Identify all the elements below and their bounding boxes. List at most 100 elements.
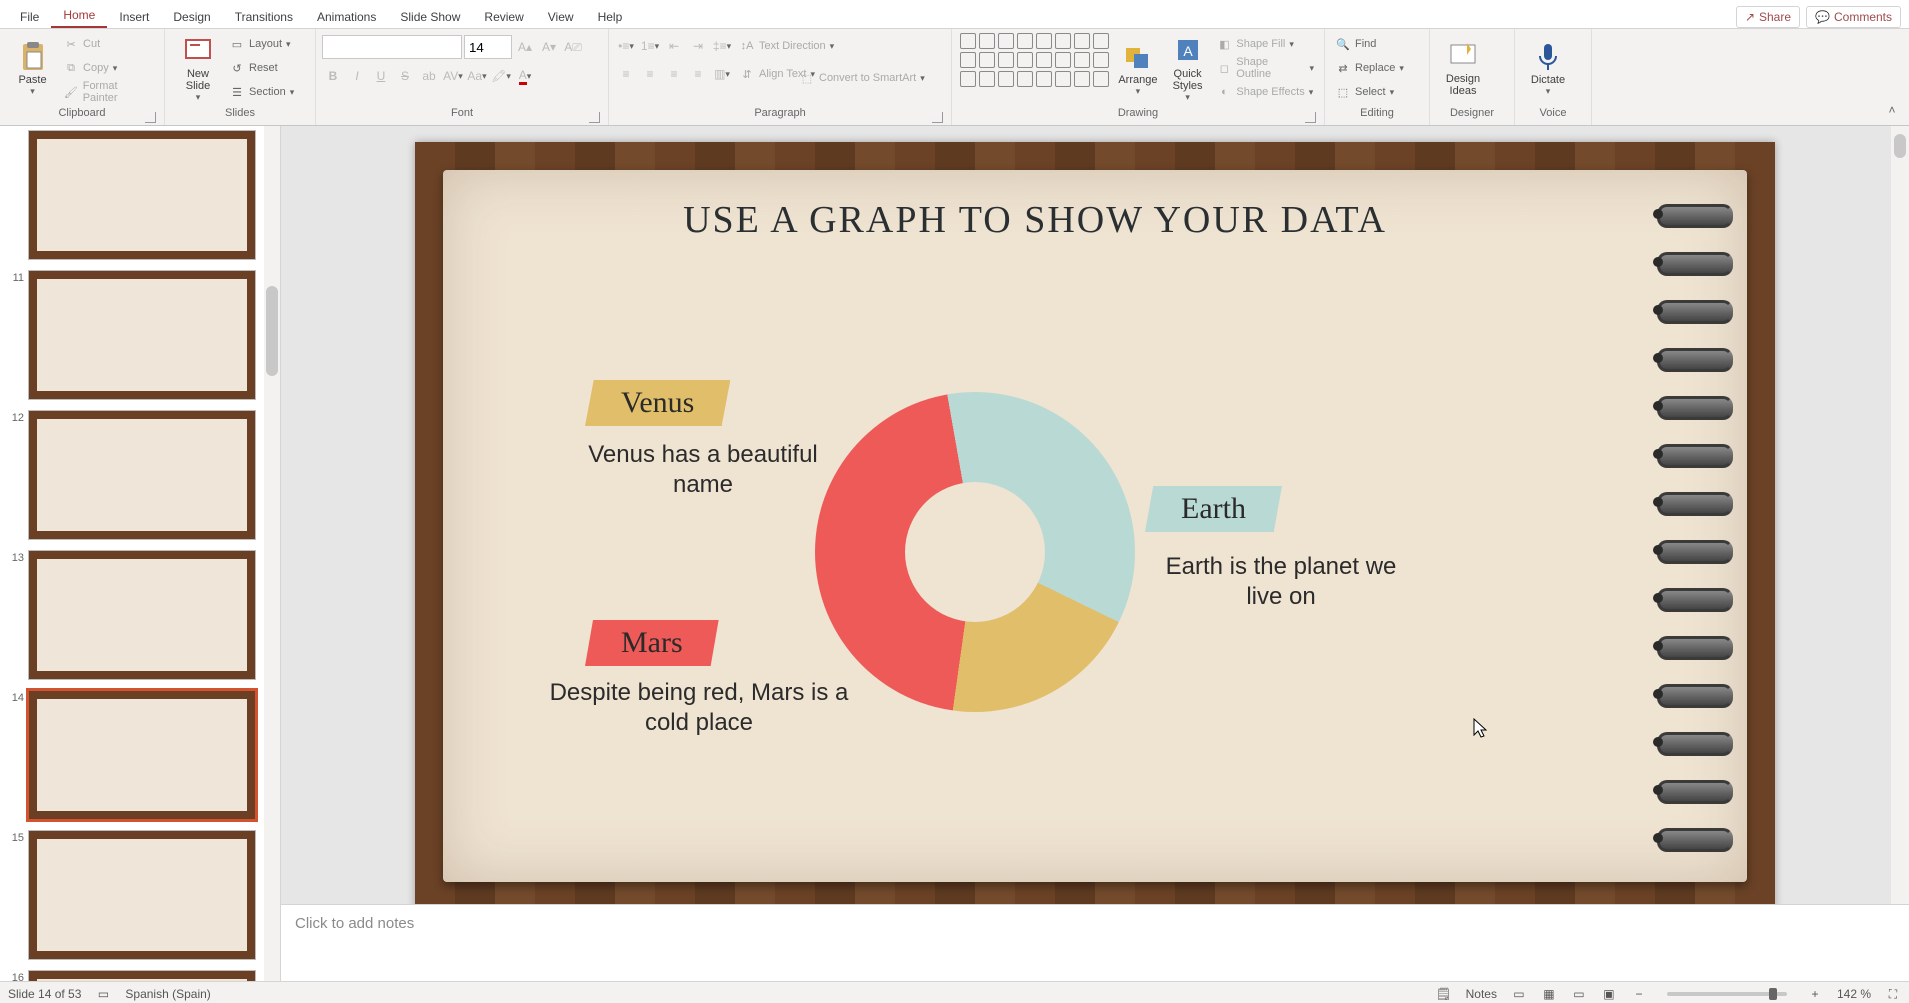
slide-thumbnail[interactable] bbox=[28, 410, 256, 540]
smartart-button[interactable]: ⬚Convert to SmartArt▾ bbox=[795, 67, 929, 89]
align-center-button[interactable]: ≡ bbox=[639, 63, 661, 85]
quick-styles-icon: A bbox=[1172, 34, 1204, 66]
earth-description[interactable]: Earth is the planet we live on bbox=[1151, 552, 1411, 612]
zoom-out-button[interactable]: − bbox=[1631, 986, 1647, 1002]
slide-thumbnail[interactable] bbox=[28, 970, 256, 981]
font-family-input[interactable] bbox=[322, 35, 462, 59]
zoom-thumb[interactable] bbox=[1769, 988, 1777, 1000]
group-label-voice: Voice bbox=[1521, 107, 1585, 125]
tab-home[interactable]: Home bbox=[51, 2, 107, 28]
section-button[interactable]: ☰Section▾ bbox=[225, 81, 298, 103]
paste-button[interactable]: Paste ▾ bbox=[6, 31, 59, 105]
dictate-button[interactable]: Dictate▾ bbox=[1521, 31, 1575, 105]
format-painter-button[interactable]: 🖌Format Painter bbox=[59, 81, 158, 103]
sorter-view-button[interactable]: ▦ bbox=[1541, 986, 1557, 1002]
slide-thumbnail[interactable] bbox=[28, 130, 256, 260]
shape-effects-icon: ◐ bbox=[1216, 84, 1232, 100]
strike-button[interactable]: S bbox=[394, 65, 416, 87]
mars-label-tape[interactable]: Mars bbox=[585, 620, 719, 666]
underline-button[interactable]: U bbox=[370, 65, 392, 87]
tab-animations[interactable]: Animations bbox=[305, 4, 388, 28]
reset-button[interactable]: ↺Reset bbox=[225, 57, 298, 79]
increase-font-button[interactable]: A▴ bbox=[514, 36, 536, 58]
slideshow-view-button[interactable]: ▣ bbox=[1601, 986, 1617, 1002]
share-button[interactable]: ↗ Share bbox=[1736, 6, 1800, 28]
venus-label-tape[interactable]: Venus bbox=[585, 380, 730, 426]
text-direction-button[interactable]: ↕AText Direction▾ bbox=[735, 35, 838, 57]
replace-button[interactable]: ⇄Replace▾ bbox=[1331, 57, 1408, 79]
thumbnail-scrollbar[interactable] bbox=[264, 126, 280, 981]
dialog-launcher-icon[interactable] bbox=[1305, 112, 1316, 123]
shape-fill-button[interactable]: ◧Shape Fill▾ bbox=[1212, 33, 1318, 55]
columns-button[interactable]: ▥▾ bbox=[711, 63, 733, 85]
accessibility-icon[interactable]: ▭ bbox=[95, 986, 111, 1002]
font-size-input[interactable] bbox=[464, 35, 512, 59]
line-spacing-button[interactable]: ‡≡▾ bbox=[711, 35, 733, 57]
dialog-launcher-icon[interactable] bbox=[145, 112, 156, 123]
decrease-font-button[interactable]: A▾ bbox=[538, 36, 560, 58]
justify-button[interactable]: ≡ bbox=[687, 63, 709, 85]
zoom-slider[interactable] bbox=[1667, 992, 1787, 996]
copy-button[interactable]: ⧉Copy▾ bbox=[59, 57, 158, 79]
tab-design[interactable]: Design bbox=[161, 4, 222, 28]
design-ideas-button[interactable]: Design Ideas bbox=[1436, 31, 1490, 105]
decrease-indent-button[interactable]: ⇤ bbox=[663, 35, 685, 57]
shape-effects-button[interactable]: ◐Shape Effects▾ bbox=[1212, 81, 1318, 103]
shape-outline-button[interactable]: ◻Shape Outline▾ bbox=[1212, 57, 1318, 79]
increase-indent-button[interactable]: ⇥ bbox=[687, 35, 709, 57]
highlight-button[interactable]: 🖍▾ bbox=[490, 65, 512, 87]
new-slide-button[interactable]: New Slide ▾ bbox=[171, 31, 225, 105]
slide-thumbnail[interactable] bbox=[28, 550, 256, 680]
thumb-number: 13 bbox=[4, 550, 28, 564]
tab-file[interactable]: File bbox=[8, 4, 51, 28]
comments-button[interactable]: 💬 Comments bbox=[1806, 6, 1901, 28]
clear-formatting-icon: A⎚ bbox=[564, 40, 582, 55]
tab-review[interactable]: Review bbox=[472, 4, 535, 28]
find-button[interactable]: 🔍Find bbox=[1331, 33, 1408, 55]
bold-button[interactable]: B bbox=[322, 65, 344, 87]
select-button[interactable]: ⬚Select▾ bbox=[1331, 81, 1408, 103]
slide-canvas[interactable]: USE A GRAPH TO SHOW YOUR DATA Venus Venu… bbox=[415, 142, 1775, 904]
notes-pane[interactable]: Click to add notes bbox=[281, 904, 1909, 981]
bullets-button[interactable]: •≡▾ bbox=[615, 35, 637, 57]
reading-view-button[interactable]: ▭ bbox=[1571, 986, 1587, 1002]
status-language[interactable]: Spanish (Spain) bbox=[125, 987, 210, 1001]
slide-thumbnail-selected[interactable] bbox=[28, 690, 256, 820]
char-spacing-button[interactable]: AV▾ bbox=[442, 65, 464, 87]
tab-view[interactable]: View bbox=[536, 4, 586, 28]
arrange-button[interactable]: Arrange▾ bbox=[1113, 31, 1163, 105]
slide-thumbnail[interactable] bbox=[28, 830, 256, 960]
align-right-button[interactable]: ≡ bbox=[663, 63, 685, 85]
dialog-launcher-icon[interactable] bbox=[589, 112, 600, 123]
donut-chart[interactable] bbox=[815, 392, 1135, 712]
collapse-ribbon-button[interactable]: ˄ bbox=[1881, 99, 1903, 121]
tab-slideshow[interactable]: Slide Show bbox=[388, 4, 472, 28]
group-label-clipboard: Clipboard bbox=[6, 107, 158, 125]
zoom-in-button[interactable]: + bbox=[1807, 986, 1823, 1002]
tab-transitions[interactable]: Transitions bbox=[223, 4, 305, 28]
slide-thumbnail[interactable] bbox=[28, 270, 256, 400]
shadow-button[interactable]: ab bbox=[418, 65, 440, 87]
editor-scrollbar[interactable] bbox=[1891, 126, 1909, 904]
shapes-gallery[interactable] bbox=[958, 31, 1113, 89]
tab-insert[interactable]: Insert bbox=[107, 4, 161, 28]
slide-title[interactable]: USE A GRAPH TO SHOW YOUR DATA bbox=[415, 198, 1655, 242]
cut-button[interactable]: ✂Cut bbox=[59, 33, 158, 55]
zoom-percent[interactable]: 142 % bbox=[1837, 987, 1871, 1001]
tab-help[interactable]: Help bbox=[586, 4, 635, 28]
italic-button[interactable]: I bbox=[346, 65, 368, 87]
venus-description[interactable]: Venus has a beautiful name bbox=[573, 440, 833, 500]
fit-to-window-button[interactable]: ⛶ bbox=[1885, 986, 1901, 1002]
notes-toggle[interactable]: Notes bbox=[1466, 987, 1497, 1001]
change-case-button[interactable]: Aa▾ bbox=[466, 65, 488, 87]
normal-view-button[interactable]: ▭ bbox=[1511, 986, 1527, 1002]
earth-label-tape[interactable]: Earth bbox=[1145, 486, 1282, 532]
align-left-button[interactable]: ≡ bbox=[615, 63, 637, 85]
quick-styles-button[interactable]: A Quick Styles▾ bbox=[1163, 31, 1213, 105]
mars-description[interactable]: Despite being red, Mars is a cold place bbox=[549, 678, 849, 738]
numbering-button[interactable]: 1≡▾ bbox=[639, 35, 661, 57]
dialog-launcher-icon[interactable] bbox=[932, 112, 943, 123]
font-color-button[interactable]: A▾ bbox=[514, 65, 536, 87]
layout-button[interactable]: ▭Layout▾ bbox=[225, 33, 298, 55]
clear-formatting-button[interactable]: A⎚ bbox=[562, 36, 584, 58]
